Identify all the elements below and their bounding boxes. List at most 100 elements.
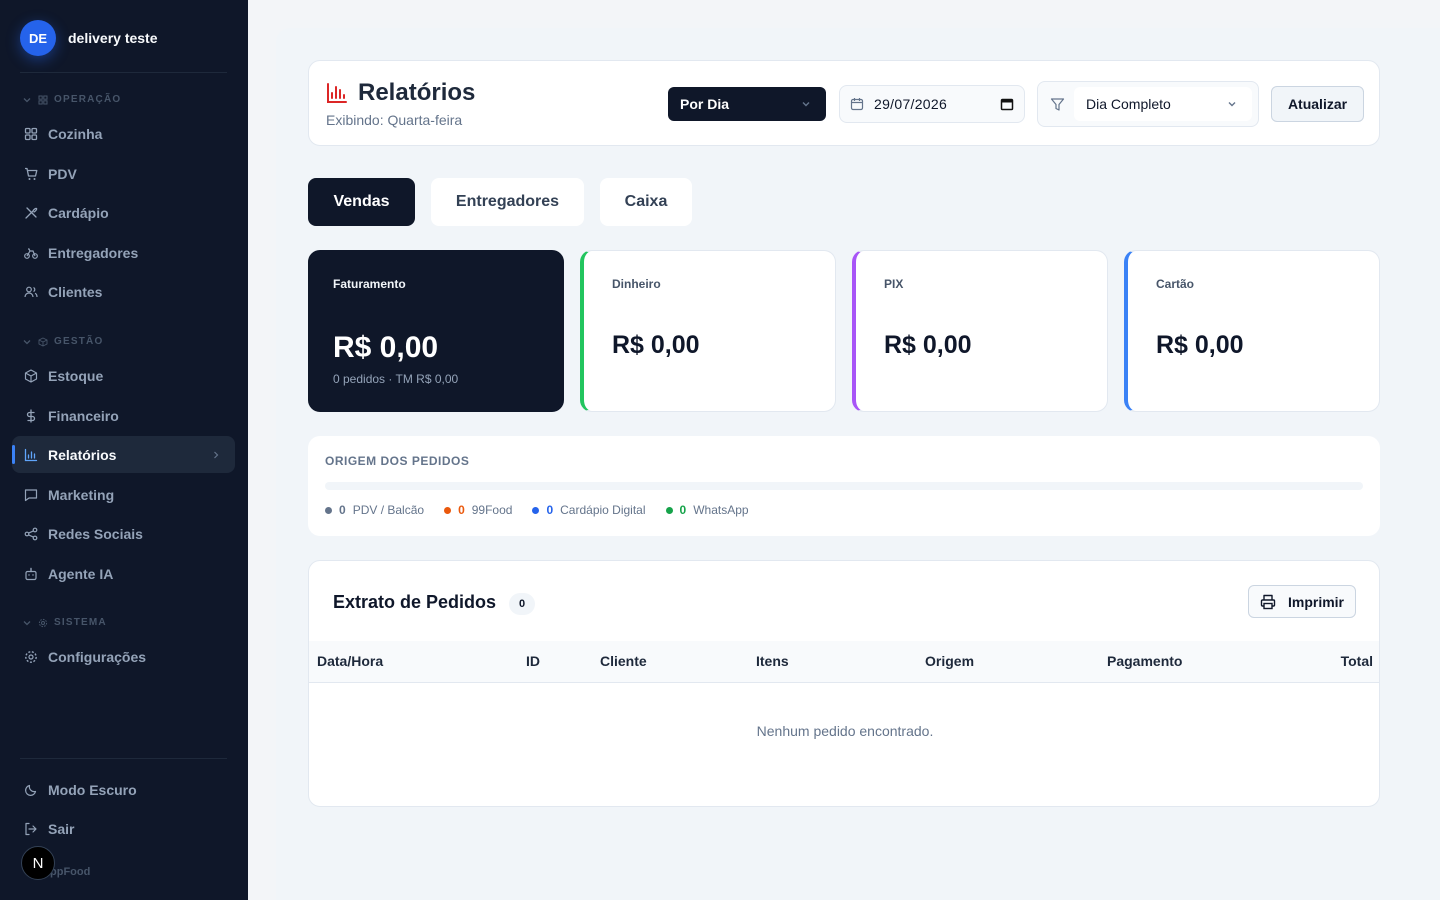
stat-value: R$ 0,00 [1156,331,1244,359]
date-picker-icon[interactable] [1000,97,1014,111]
sidebar-item-label: PDV [48,165,77,182]
report-header: Relatórios Exibindo: Quarta-feira Por Di… [308,60,1380,146]
period-mode-select[interactable]: Por Dia [668,87,826,121]
sidebar-item-label: Clientes [48,283,103,300]
section-title-label: OPERAÇÃO [54,94,122,105]
bar-chart-icon [24,448,38,461]
stat-label: PIX [884,277,904,291]
sidebar-item-label: Cardápio [48,204,109,221]
sidebar-item-clientes[interactable]: Clientes [12,273,235,310]
print-label: Imprimir [1287,593,1344,610]
gear-icon [38,618,48,627]
tab-caixa[interactable]: Caixa [600,178,692,226]
chevron-down-icon [802,102,810,107]
sidebar-item-label: Financeiro [48,407,119,424]
sidebar-item-pdv[interactable]: PDV [12,155,235,192]
utensils-icon [25,206,38,219]
update-button[interactable]: Atualizar [1271,86,1364,122]
origin-item-pdv: 0 PDV / Balcão [325,503,424,517]
sidebar-item-estoque[interactable]: Estoque [12,357,235,394]
sidebar-item-entregadores[interactable]: Entregadores [12,234,235,271]
dev-badge[interactable]: N [21,846,55,880]
sidebar-divider [20,72,227,73]
sidebar-item-agente-ia[interactable]: Agente IA [12,555,235,592]
grid-icon [24,127,38,140]
sidebar-item-label: Estoque [48,367,104,384]
time-range-select[interactable]: Dia Completo [1074,87,1252,121]
origin-item-whatsapp: 0 WhatsApp [665,503,749,517]
column-header[interactable]: Pagamento [1107,653,1182,669]
origin-item-99food: 0 99Food [444,503,512,517]
stat-label: Faturamento [333,277,406,291]
share-icon [24,527,38,540]
column-header[interactable]: Cliente [600,653,647,669]
brand[interactable]: DE delivery teste [20,20,158,56]
sidebar-item-label: Cozinha [48,125,103,142]
legend-dot [532,506,540,514]
gear-icon [25,650,37,663]
origin-label: WhatsApp [693,503,749,517]
time-range-filter: Dia Completo [1037,81,1259,127]
section-gestao[interactable]: GESTÃO [22,336,103,347]
column-header[interactable]: Data/Hora [317,653,383,669]
stat-card-dinheiro: Dinheiro R$ 0,00 [580,250,836,412]
empty-state-message: Nenhum pedido encontrado. [756,723,934,739]
legend-dot [325,506,332,514]
dark-mode-toggle[interactable]: Modo Escuro [12,771,235,808]
sidebar-item-label: Configurações [48,648,147,665]
sidebar-item-label: Marketing [48,486,115,503]
stat-card-faturamento: Faturamento R$ 0,00 0 pedidos · TM R$ 0,… [308,250,564,412]
cart-icon [25,167,38,180]
time-range-value: Dia Completo [1086,96,1171,112]
sidebar-item-redes-sociais[interactable]: Redes Sociais [12,515,235,552]
origin-title: ORIGEM DOS PEDIDOS [325,454,470,468]
sidebar-item-cozinha[interactable]: Cozinha [12,115,235,152]
origin-count: 0 [339,503,346,517]
footer-brand: ppFood [50,866,91,878]
origin-legend: 0 PDV / Balcão 0 99Food 0 Cardápio Digit… [325,503,749,517]
stat-subtext: 0 pedidos · TM R$ 0,00 [333,372,459,386]
stat-card-cartao: Cartão R$ 0,00 [1124,250,1380,412]
stat-value: R$ 0,00 [333,331,439,364]
section-sistema[interactable]: SISTEMA [22,617,107,628]
message-icon [24,488,38,501]
column-header[interactable]: Total [1341,653,1373,669]
stat-value: R$ 0,00 [612,331,700,359]
sidebar-item-configuracoes[interactable]: Configurações [12,638,235,675]
box-icon [38,336,48,347]
print-button[interactable]: Imprimir [1248,585,1356,618]
bar-chart-icon [327,83,347,103]
chevron-down-icon [23,620,31,625]
sidebar-item-cardapio[interactable]: Cardápio [12,194,235,231]
chevron-down-icon [23,97,31,102]
box-icon [24,368,38,383]
column-header[interactable]: Origem [925,653,974,669]
date-value: 29/07/2026 [874,96,948,112]
tab-entregadores[interactable]: Entregadores [431,178,584,226]
grid-icon [38,95,48,105]
stat-card-pix: PIX R$ 0,00 [852,250,1108,412]
sidebar-item-marketing[interactable]: Marketing [12,476,235,513]
legend-dot [444,506,452,514]
column-header[interactable]: Itens [756,653,789,669]
calendar-icon [850,98,864,111]
sidebar-item-financeiro[interactable]: Financeiro [12,397,235,434]
printer-icon [1260,594,1276,609]
logout-label: Sair [48,820,75,837]
origin-count: 0 [458,503,465,517]
origin-distribution-bar [325,482,1363,490]
section-operacao[interactable]: OPERAÇÃO [22,94,121,105]
date-input[interactable]: 29/07/2026 [839,85,1025,123]
sidebar-item-relatorios[interactable]: Relatórios [12,436,235,473]
statement-title: Extrato de Pedidos [333,592,497,612]
page-title-text: Relatórios [358,79,476,106]
sidebar-divider [20,758,227,759]
period-mode-value: Por Dia [680,96,730,112]
tab-vendas[interactable]: Vendas [308,178,415,226]
logout-button[interactable]: Sair [12,810,235,847]
chevron-down-icon [1228,102,1236,107]
origin-item-cardapio-digital: 0 Cardápio Digital [532,503,646,517]
orders-statement: Extrato de Pedidos 0 Imprimir Data/Hora … [308,560,1380,807]
column-header[interactable]: ID [526,653,540,669]
chevron-down-icon [23,339,31,344]
